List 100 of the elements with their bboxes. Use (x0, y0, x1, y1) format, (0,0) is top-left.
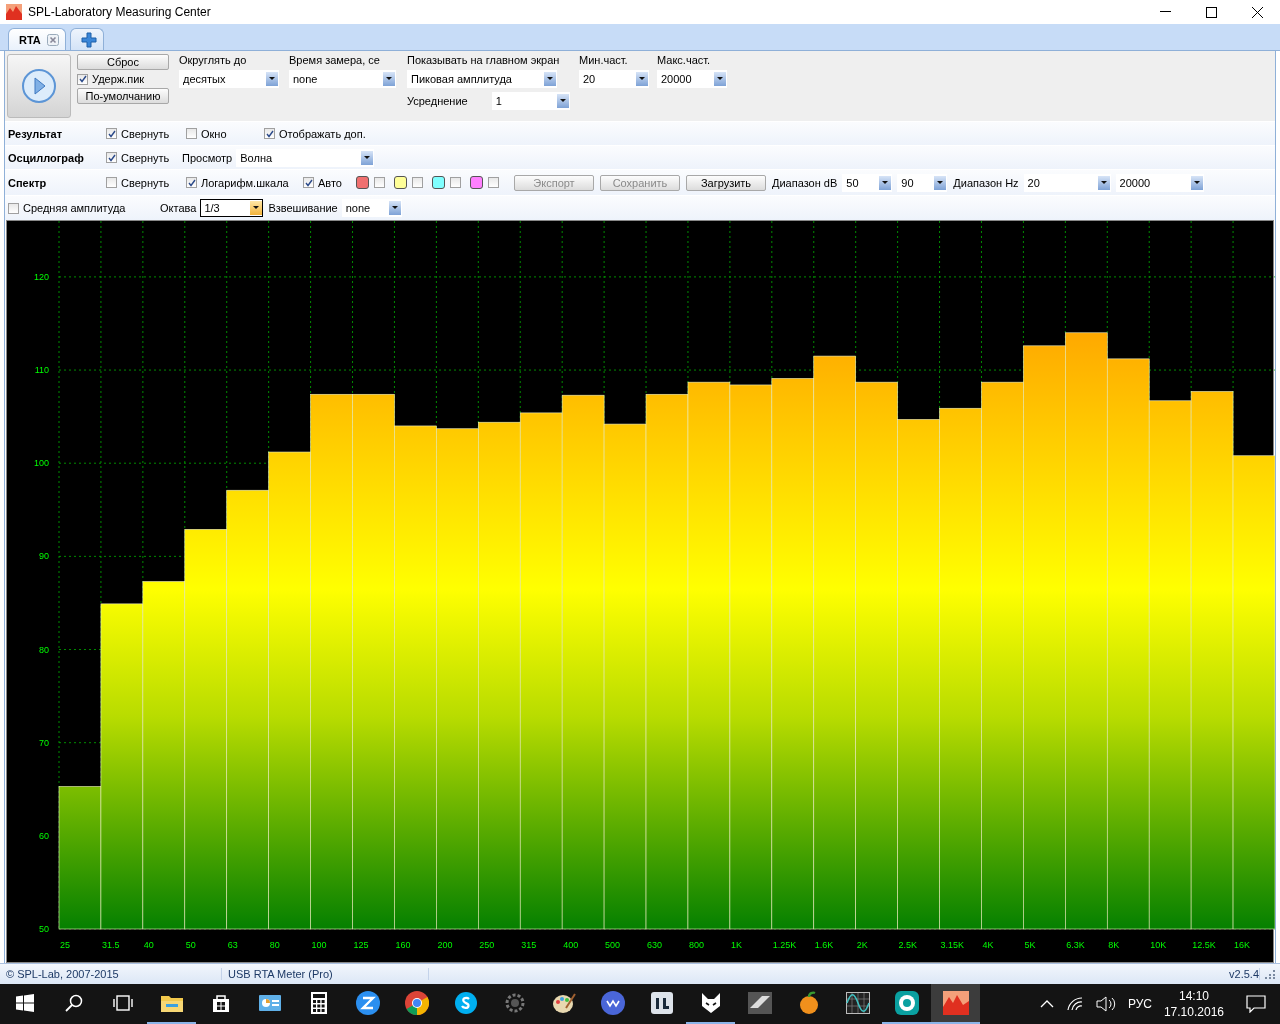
checkmark-icon (265, 129, 274, 138)
axis-tick-label: 10K (1150, 940, 1167, 950)
axis-tick-label: 800 (688, 940, 704, 950)
status-text: USB RTA Meter (Pro) (222, 968, 429, 980)
default-button[interactable]: По-умолчанию (77, 88, 169, 104)
dropdown[interactable]: none (341, 199, 402, 217)
checkmark-icon (187, 178, 196, 187)
close-icon[interactable] (46, 33, 59, 46)
axis-tick-label: 250 (479, 940, 495, 950)
dropdown-arrow-icon (269, 77, 275, 81)
checkbox[interactable]: Логарифм.шкала (186, 176, 303, 189)
axis-tick-label: 630 (647, 940, 663, 950)
app-circle-icon (600, 991, 625, 1015)
dropdown[interactable]: десятых (179, 70, 279, 88)
field-label: Макс.част. (657, 54, 712, 66)
axis-tick-label: 110 (34, 365, 49, 376)
checkmark-icon (107, 153, 116, 162)
app-tile-icon (747, 992, 772, 1014)
axis-tick-label: 31.5 (101, 940, 120, 950)
field-label: Показывать на главном экран (407, 54, 561, 66)
dropdown[interactable]: 20 (579, 70, 649, 88)
wifi-icon[interactable] (1065, 997, 1084, 1011)
calculator-icon (310, 992, 327, 1014)
dropdown[interactable]: Волна (236, 148, 375, 167)
checkbox[interactable]: Свернуть (106, 151, 182, 164)
wave-grid-icon (845, 992, 870, 1014)
field-label: Усреднение (407, 95, 468, 107)
presentation-card-icon (258, 995, 281, 1011)
axis-tick-label: 50 (39, 924, 49, 934)
dropdown[interactable]: Пиковая амплитуда (407, 70, 557, 88)
axis-tick-label: 100 (311, 940, 327, 950)
trace-color-swatch[interactable] (356, 176, 369, 189)
dropdown[interactable]: 20000 (1115, 173, 1204, 192)
windows-logo-icon (15, 994, 34, 1012)
axis-tick-label: 1.6K (814, 940, 834, 950)
dropdown-arrow-icon (717, 77, 723, 81)
section-title: Спектр (8, 176, 48, 189)
chat-logo-icon (453, 991, 478, 1015)
checkbox[interactable]: Свернуть (106, 176, 186, 189)
dropdown-arrow-icon (1193, 180, 1200, 185)
browser-logo-icon (404, 991, 429, 1015)
chevron-up-icon[interactable] (1039, 1000, 1054, 1008)
play-icon (21, 68, 57, 104)
axis-tick-label: 6.3K (1066, 940, 1085, 950)
dropdown[interactable]: 1/3 (200, 199, 264, 217)
fruit-icon (797, 991, 820, 1015)
checkbox[interactable]: Отображать доп. (264, 127, 404, 140)
add-tab[interactable] (69, 28, 104, 50)
dropdown[interactable]: 20 (1023, 173, 1111, 192)
trace-color-swatch[interactable] (394, 176, 407, 189)
axis-tick-label: 4K (982, 940, 994, 950)
tab[interactable]: RTA (8, 28, 66, 50)
axis-tick-label: 2.5K (898, 940, 918, 950)
axis-tick-label: 125 (353, 940, 369, 950)
checkbox[interactable]: Средняя амплитуда (8, 202, 160, 214)
trace-color-swatch[interactable] (432, 176, 445, 189)
axis-tick-label: 3.15K (940, 940, 965, 950)
dropdown[interactable]: 1 (491, 92, 570, 110)
axis-tick-label: 16K (1234, 940, 1251, 950)
notification-icon[interactable] (1246, 995, 1266, 1013)
axis-tick-label: 100 (33, 458, 49, 469)
field-label: Взвешивание (268, 202, 338, 214)
checkbox[interactable]: Авто (303, 176, 356, 189)
field-label: Диапазон Hz (953, 176, 1019, 189)
axis-tick-label: 1.25K (772, 940, 797, 950)
checkmark-icon (107, 129, 116, 138)
app-tile-icon (650, 992, 673, 1014)
dropdown[interactable]: 90 (897, 173, 948, 192)
dropdown-arrow-icon (882, 180, 889, 185)
dropdown-arrow-icon (386, 77, 392, 81)
axis-tick-label: 12.5K (1192, 940, 1216, 950)
language-indicator[interactable]: РУС (1127, 997, 1152, 1011)
reset-button[interactable]: Сброс (77, 54, 169, 70)
field-label: Время замера, се (289, 54, 381, 66)
dropdown-arrow-icon (391, 206, 398, 210)
dropdown[interactable]: 50 (842, 173, 893, 192)
app-logo-icon (6, 4, 22, 20)
trace-color-swatch[interactable] (470, 176, 483, 189)
checkmark-icon (78, 75, 87, 83)
axis-tick-label: 60 (39, 830, 49, 841)
folder-icon (160, 994, 183, 1012)
axis-tick-label: 315 (521, 940, 537, 950)
maximize-icon (1205, 6, 1217, 18)
plus-icon (80, 31, 97, 48)
axis-tick-label: 1K (730, 940, 742, 950)
axis-tick-label: 70 (39, 737, 49, 748)
clock[interactable]: 14:10 17.10.2016 (1163, 989, 1224, 1019)
axis-tick-label: 40 (143, 940, 154, 950)
resize-grip-icon (1263, 968, 1277, 980)
action-button[interactable]: Загрузить (686, 174, 766, 191)
play-button[interactable] (7, 54, 71, 118)
dropdown[interactable]: 20000 (657, 70, 727, 88)
checkbox[interactable]: Окно (186, 127, 264, 140)
checkbox[interactable]: Удерж.пик (77, 73, 173, 85)
window-title: SPL-Laboratory Measuring Center (28, 5, 212, 19)
axis-tick-label: 5K (1024, 940, 1036, 950)
dropdown[interactable]: none (289, 70, 396, 88)
axis-tick-label: 80 (39, 644, 49, 655)
checkbox[interactable]: Свернуть (106, 127, 186, 140)
speaker-icon[interactable] (1095, 996, 1116, 1012)
